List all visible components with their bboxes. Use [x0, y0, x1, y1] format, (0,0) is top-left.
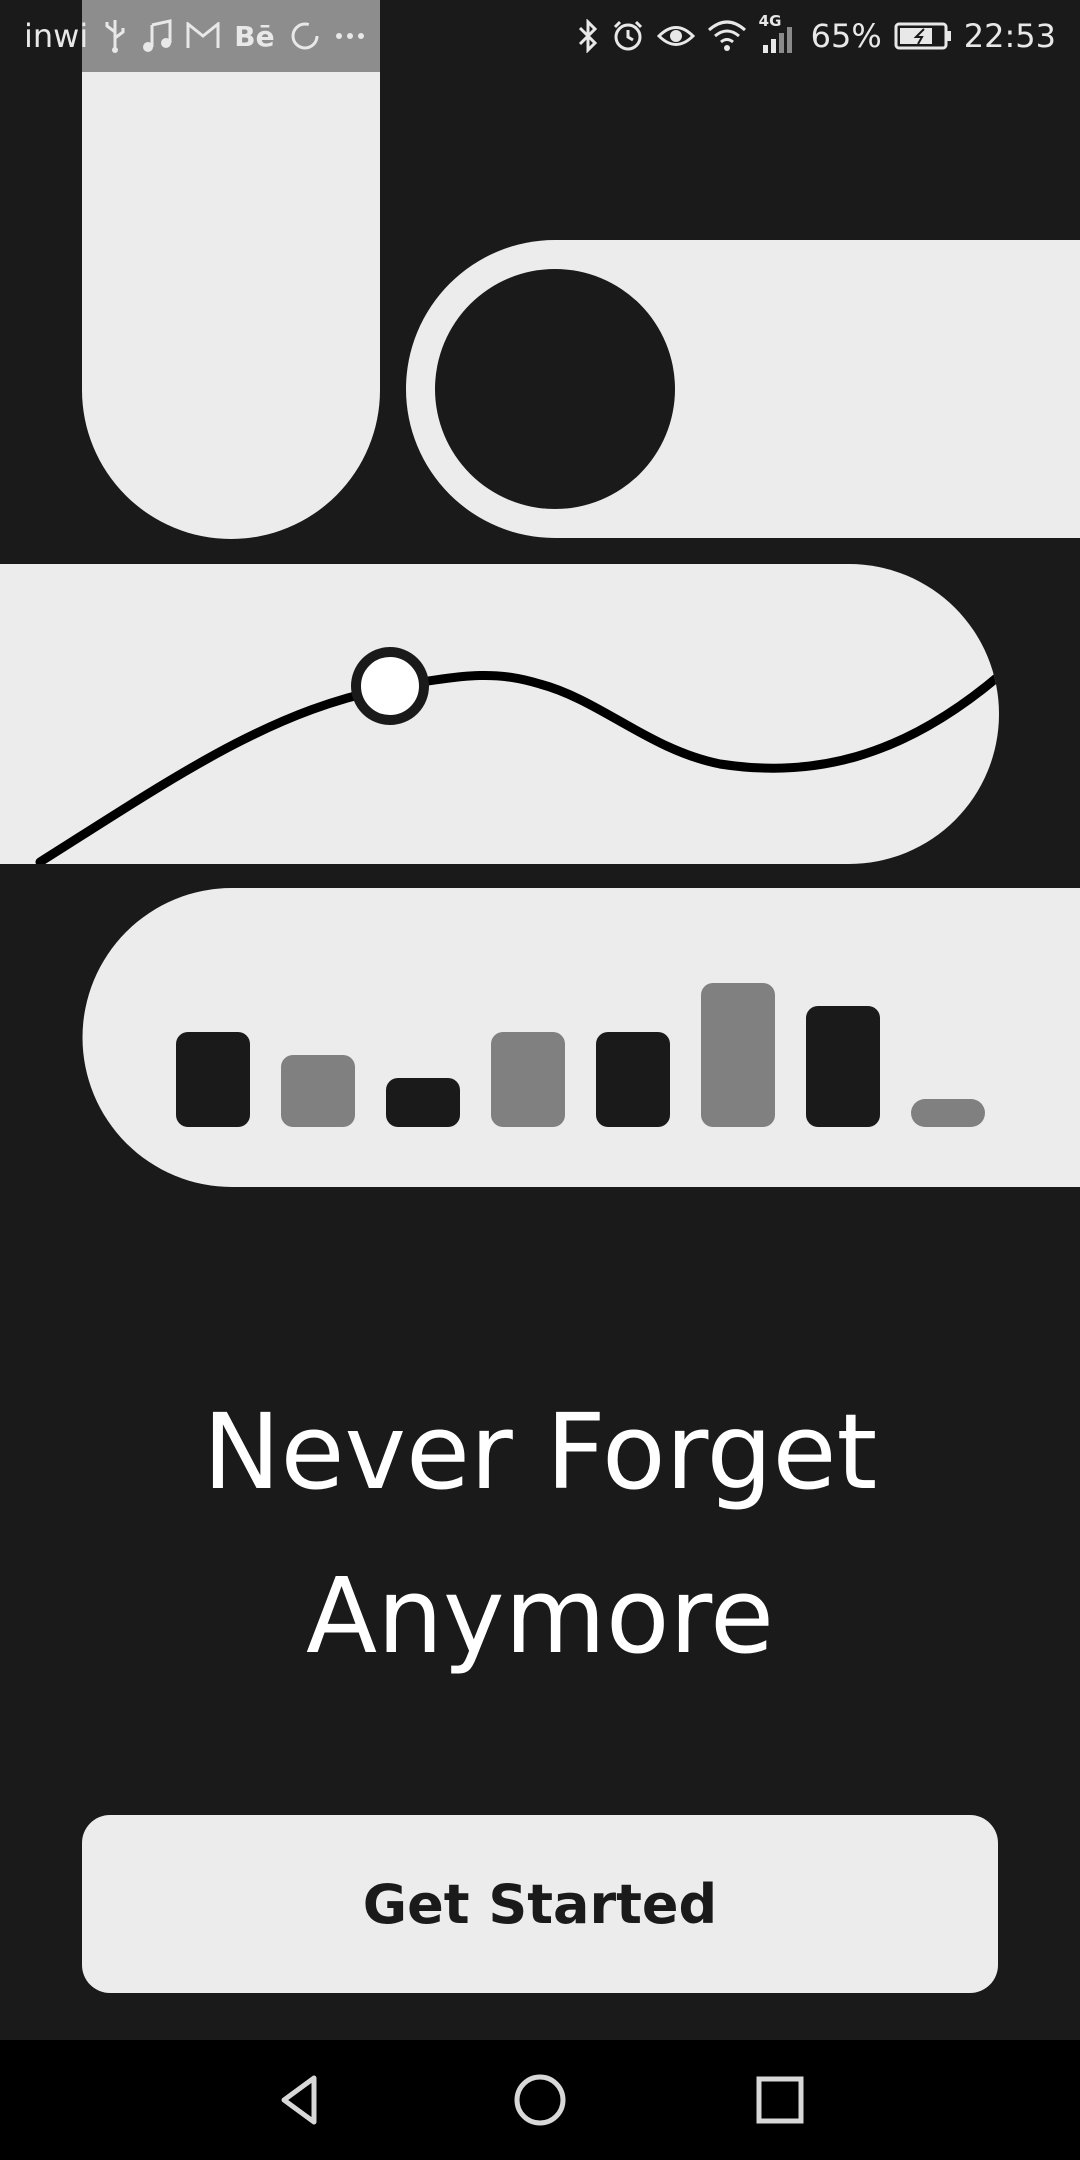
battery-percent: 65% — [810, 17, 882, 55]
headline-line-1: Never Forget — [202, 1391, 878, 1513]
signal-icon: 4G — [759, 12, 799, 56]
wifi-icon — [707, 16, 747, 56]
status-right: 4G 65% 22:53 — [577, 0, 1056, 72]
more-icon — [335, 16, 365, 56]
wave-pill-shape — [0, 564, 999, 864]
headline-line-2: Anymore — [306, 1555, 774, 1677]
navigation-bar — [0, 2040, 1080, 2160]
music-icon — [142, 16, 172, 56]
status-left: inwi Bē — [24, 0, 365, 72]
vertical-pill-shape — [82, 0, 380, 539]
carrier-label: inwi — [24, 17, 89, 55]
toggle-knob — [435, 269, 675, 509]
clock: 22:53 — [963, 17, 1056, 55]
network-type-label: 4G — [758, 12, 782, 30]
status-bar: inwi Bē 4G 65% 22:53 — [0, 0, 1080, 72]
home-circle-icon[interactable] — [480, 2040, 600, 2160]
illustration-bar — [176, 1032, 250, 1127]
battery-icon — [894, 16, 952, 56]
onboarding-headline: Never Forget Anymore — [0, 1370, 1080, 1698]
gmail-icon — [186, 16, 220, 56]
eye-icon — [656, 16, 695, 56]
illustration-bar — [491, 1032, 565, 1127]
get-started-button[interactable]: Get Started — [82, 1815, 998, 1993]
usb-icon — [102, 16, 128, 56]
loading-icon — [289, 16, 321, 56]
back-triangle-icon[interactable] — [240, 2040, 360, 2160]
illustration-bar — [596, 1032, 670, 1127]
wave-point-marker — [351, 647, 429, 725]
illustration-bar — [911, 1099, 985, 1127]
bluetooth-icon — [577, 16, 599, 56]
illustration-bar — [701, 983, 775, 1127]
illustration-bar — [281, 1055, 355, 1127]
illustration-bar — [386, 1078, 460, 1127]
illustration-bar — [806, 1006, 880, 1127]
onboarding-screen: inwi Bē 4G 65% 22:53 Never Forget Anymor… — [0, 0, 1080, 2160]
recents-square-icon[interactable] — [720, 2040, 840, 2160]
behance-icon: Bē — [234, 19, 275, 53]
alarm-icon — [611, 16, 645, 56]
hero-illustration — [0, 0, 1080, 1187]
